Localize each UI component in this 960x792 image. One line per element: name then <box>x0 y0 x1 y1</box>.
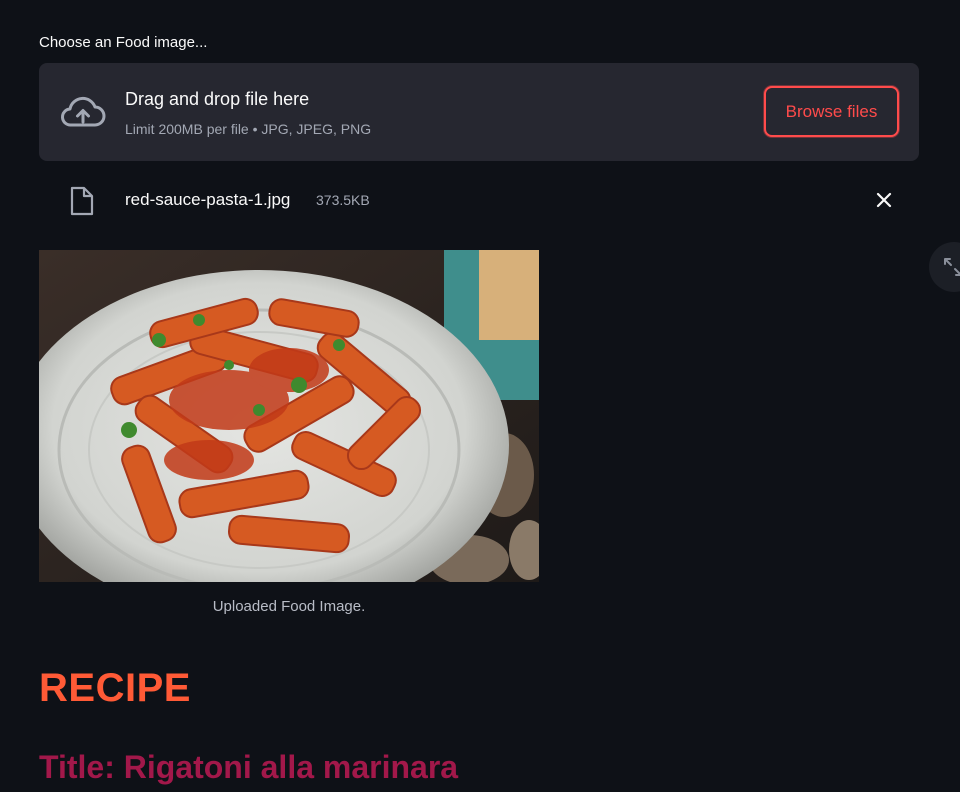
uploaded-file-row: red-sauce-pasta-1.jpg 373.5KB <box>39 180 919 220</box>
fullscreen-button[interactable] <box>929 242 960 292</box>
expand-icon <box>944 258 960 276</box>
browse-files-button[interactable]: Browse files <box>764 86 899 137</box>
image-caption: Uploaded Food Image. <box>212 598 366 615</box>
file-icon <box>70 186 94 216</box>
close-icon[interactable] <box>875 191 893 209</box>
file-size: 373.5KB <box>316 192 370 208</box>
file-name: red-sauce-pasta-1.jpg <box>125 190 291 209</box>
recipe-heading: RECIPE <box>39 666 191 710</box>
uploader-label: Choose an Food image... <box>39 34 208 51</box>
dropzone-subtitle: Limit 200MB per file • JPG, JPEG, PNG <box>125 121 372 137</box>
cloud-upload-icon <box>61 96 106 127</box>
app-page: Choose an Food image... Drag and drop fi… <box>0 0 960 792</box>
dropzone-title: Drag and drop file here <box>125 89 310 109</box>
recipe-title: Title: Rigatoni alla marinara <box>39 749 459 785</box>
food-image <box>39 250 539 582</box>
file-dropzone[interactable]: Drag and drop file here Limit 200MB per … <box>39 63 919 161</box>
